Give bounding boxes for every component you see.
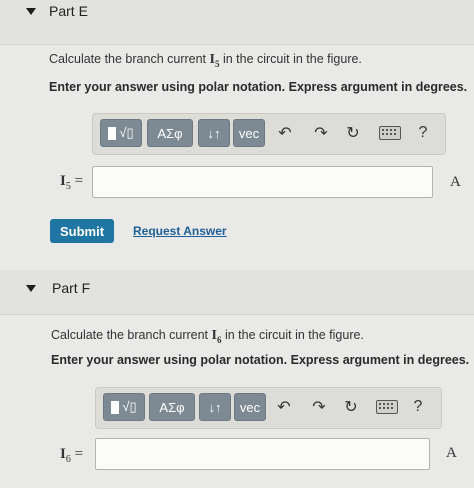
part-e-title: Part E <box>49 3 88 19</box>
keyboard-icon[interactable] <box>377 123 403 143</box>
part-e-header[interactable]: Part E <box>0 0 474 45</box>
part-f-answer-input[interactable] <box>95 438 430 470</box>
part-f-instruction: Enter your answer using polar notation. … <box>51 353 470 367</box>
redo-icon[interactable]: ↷ <box>311 123 331 143</box>
arrows-button[interactable]: ↓↑ <box>199 393 231 421</box>
part-f-math-toolbar: √▯ ΑΣφ ↓↑ vec ↶ ↷ ↻ ? <box>95 387 442 429</box>
template-square-icon <box>111 400 120 414</box>
submit-button[interactable]: Submit <box>50 219 114 243</box>
reset-icon[interactable]: ↻ <box>341 397 361 417</box>
redo-icon[interactable]: ↷ <box>309 397 329 417</box>
keyboard-icon[interactable] <box>374 397 400 417</box>
part-f-answer-label: I6 = <box>60 446 84 465</box>
part-f-question: Calculate the branch current I6 in the c… <box>51 328 364 345</box>
part-e-answer-label: I5 = <box>60 173 84 192</box>
part-f-unit: A <box>446 445 457 461</box>
undo-icon[interactable]: ↶ <box>275 123 295 143</box>
greek-symbols-button[interactable]: ΑΣφ <box>149 393 195 421</box>
part-e-answer-input[interactable] <box>92 166 433 198</box>
part-e-unit: A <box>450 174 461 190</box>
part-f-header[interactable]: Part F <box>0 270 474 315</box>
undo-icon[interactable]: ↶ <box>274 397 294 417</box>
collapse-triangle-icon[interactable] <box>26 8 36 15</box>
help-icon[interactable]: ? <box>408 397 428 417</box>
template-square-icon <box>108 126 117 140</box>
request-answer-link[interactable]: Request Answer <box>133 224 227 238</box>
part-f-question-variable: I6 <box>211 328 222 345</box>
templates-button[interactable]: √▯ <box>103 393 145 421</box>
part-e-question: Calculate the branch current I5 in the c… <box>49 52 362 69</box>
vec-button[interactable]: vec <box>234 393 266 421</box>
arrows-button[interactable]: ↓↑ <box>198 119 230 147</box>
part-e-question-variable: I5 <box>209 52 220 69</box>
part-f-title: Part F <box>52 280 91 296</box>
help-icon[interactable]: ? <box>413 123 433 143</box>
reset-icon[interactable]: ↻ <box>343 123 363 143</box>
part-e-math-toolbar: √▯ ΑΣφ ↓↑ vec ↶ ↷ ↻ ? <box>92 113 446 155</box>
greek-symbols-button[interactable]: ΑΣφ <box>147 119 193 147</box>
templates-button[interactable]: √▯ <box>100 119 142 147</box>
part-e-instruction: Enter your answer using polar notation. … <box>49 80 468 94</box>
collapse-triangle-icon[interactable] <box>26 285 36 292</box>
vec-button[interactable]: vec <box>233 119 265 147</box>
